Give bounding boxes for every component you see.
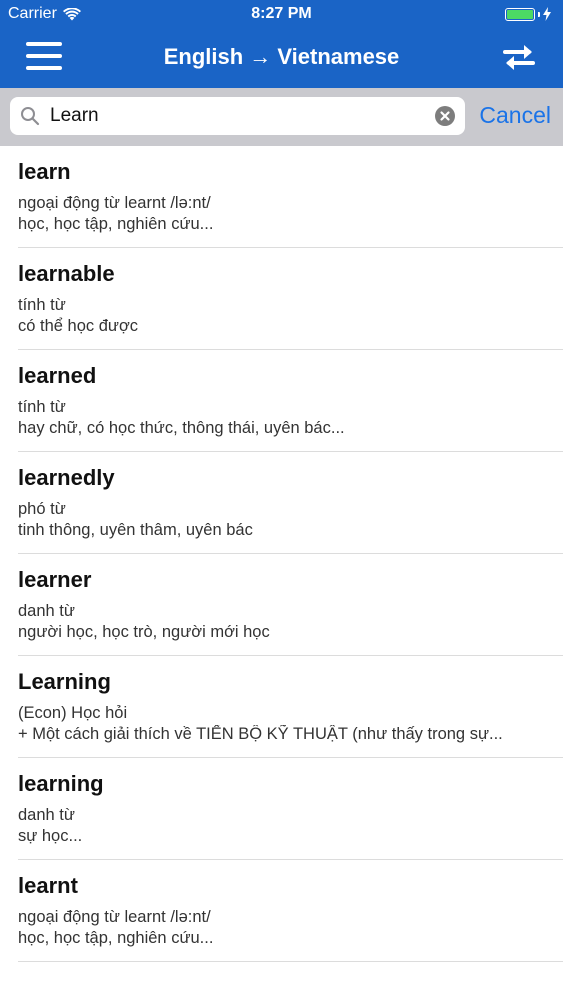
entry-word: learn bbox=[18, 159, 71, 184]
search-input[interactable] bbox=[50, 101, 430, 131]
list-item[interactable]: learn ngoại động từ learnt /lə:nt/ học, … bbox=[0, 146, 563, 248]
charging-bolt-icon bbox=[543, 7, 551, 21]
entry-definition: người học, học trò, người mới học bbox=[18, 623, 270, 641]
entry-type: tính từ bbox=[18, 398, 66, 416]
entry-word: learned bbox=[18, 363, 97, 388]
navigation-bar: English → Vietnamese bbox=[0, 30, 563, 88]
entry-type: phó từ bbox=[18, 500, 66, 518]
list-item[interactable]: learner danh từ người học, học trò, ngườ… bbox=[0, 554, 563, 656]
search-bar: Cancel bbox=[0, 88, 563, 146]
page-title: English → Vietnamese bbox=[163, 44, 400, 69]
entry-word: learnedly bbox=[18, 465, 115, 490]
entry-type: tính từ bbox=[18, 296, 66, 314]
entry-definition: học, học tập, nghiên cứu... bbox=[18, 215, 214, 233]
battery-icon bbox=[505, 7, 551, 21]
list-item[interactable]: learned tính từ hay chữ, có học thức, th… bbox=[0, 350, 563, 452]
top-bar: Carrier 8:27 PM English → Vietnamese bbox=[0, 0, 563, 88]
cancel-button[interactable]: Cancel bbox=[479, 102, 551, 129]
list-item[interactable]: learnt ngoại động từ learnt /lə:nt/ học,… bbox=[0, 860, 563, 962]
entry-type: danh từ bbox=[18, 806, 75, 824]
status-bar: Carrier 8:27 PM bbox=[0, 0, 563, 30]
entry-definition: sự học... bbox=[18, 827, 83, 845]
entry-definition: tinh thông, uyên thâm, uyên bác bbox=[18, 521, 253, 539]
search-icon bbox=[21, 107, 40, 126]
results-list: learn ngoại động từ learnt /lə:nt/ học, … bbox=[0, 146, 563, 962]
entry-type: (Econ) Học hỏi bbox=[18, 704, 128, 722]
entry-definition: hay chữ, có học thức, thông thái, uyên b… bbox=[18, 419, 345, 437]
entry-definition: có thể học được bbox=[18, 317, 139, 335]
list-item[interactable]: Learning (Econ) Học hỏi + Một cách giải … bbox=[0, 656, 563, 758]
entry-type: ngoại động từ learnt /lə:nt/ bbox=[18, 194, 211, 212]
status-time: 8:27 PM bbox=[251, 5, 312, 22]
swap-icon[interactable] bbox=[499, 42, 539, 72]
list-item[interactable]: learning danh từ sự học... bbox=[0, 758, 563, 860]
entry-word: learning bbox=[18, 771, 104, 796]
list-item[interactable]: learnable tính từ có thể học được bbox=[0, 248, 563, 350]
entry-word: learnable bbox=[18, 261, 115, 286]
entry-type: danh từ bbox=[18, 602, 75, 620]
entry-word: learnt bbox=[18, 873, 78, 898]
list-item[interactable]: learnedly phó từ tinh thông, uyên thâm, … bbox=[0, 452, 563, 554]
search-field[interactable] bbox=[10, 97, 465, 135]
entry-type: ngoại động từ learnt /lə:nt/ bbox=[18, 908, 211, 926]
entry-word: Learning bbox=[18, 669, 111, 694]
entry-word: learner bbox=[18, 567, 92, 592]
entry-definition: + Một cách giải thích về TIẾN BỘ KỸ THUẬ… bbox=[18, 725, 503, 743]
clear-search-icon[interactable] bbox=[435, 106, 455, 126]
entry-definition: học, học tập, nghiên cứu... bbox=[18, 929, 214, 947]
